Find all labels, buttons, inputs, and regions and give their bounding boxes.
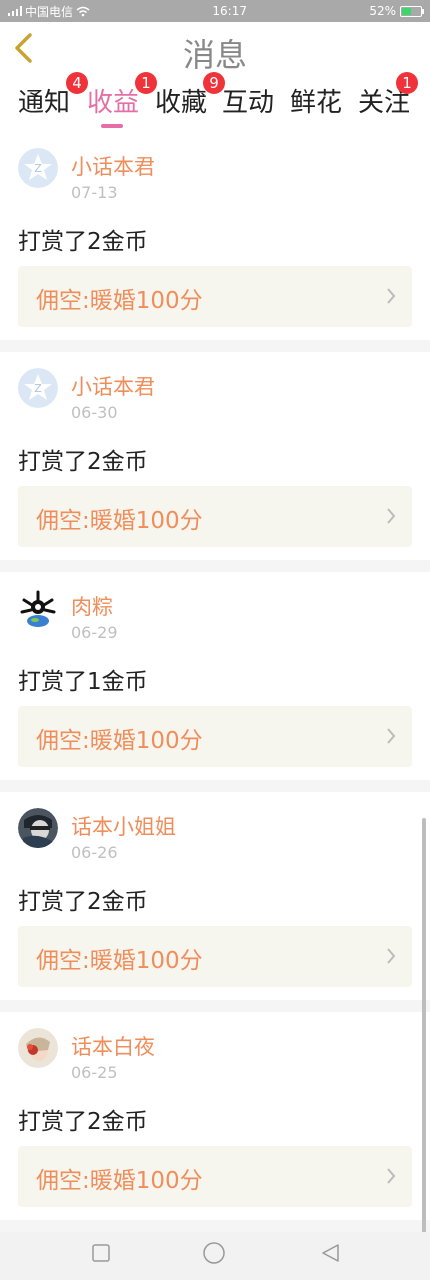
- username[interactable]: 话本白夜: [71, 1031, 155, 1061]
- username[interactable]: 话本小姐姐: [71, 811, 176, 841]
- book-link[interactable]: 佣空:暖婚100分: [18, 1146, 412, 1207]
- book-title: 佣空:暖婚100分: [36, 948, 203, 974]
- official-logo-icon: Z: [18, 368, 58, 408]
- tab-badge: 1: [135, 72, 158, 94]
- photo-avatar-icon: [18, 1028, 58, 1068]
- tab-badge: 1: [396, 72, 419, 94]
- reward-text: 打赏了2金币: [18, 449, 148, 475]
- tab-interactions[interactable]: 互动: [222, 82, 274, 119]
- tab-bar: 通知 4 收益 1 收藏 9 互动 鲜花 关注 1: [0, 72, 430, 132]
- recents-button[interactable]: [92, 1244, 110, 1266]
- active-tab-indicator: [101, 124, 123, 128]
- header: 消息: [0, 22, 430, 75]
- book-link[interactable]: 佣空:暖婚100分: [18, 926, 412, 987]
- list-item: Z 小话本君 06-30 打赏了2金币 佣空:暖婚100分: [0, 352, 430, 560]
- timestamp: 06-29: [71, 623, 118, 642]
- status-bar: 中国电信 16:17 52%: [0, 0, 430, 22]
- book-title: 佣空:暖婚100分: [36, 508, 203, 534]
- chevron-right-icon: [387, 1168, 396, 1184]
- signal-icon: [8, 6, 22, 16]
- tab-label: 通知: [18, 88, 71, 118]
- list-item: Z 小话本君 07-13 打赏了2金币 佣空:暖婚100分: [0, 132, 430, 340]
- battery-percent: 52%: [369, 4, 396, 18]
- character-avatar-icon: [18, 588, 58, 628]
- timestamp: 06-25: [71, 1063, 118, 1082]
- chevron-right-icon: [387, 948, 396, 964]
- circle-icon: [203, 1242, 225, 1264]
- reward-text: 打赏了1金币: [18, 669, 148, 695]
- tab-favorites[interactable]: 收藏 9: [155, 72, 226, 119]
- avatar[interactable]: [18, 808, 58, 848]
- back-nav-button[interactable]: [320, 1243, 340, 1267]
- avatar[interactable]: [18, 588, 58, 628]
- tab-label: 鲜花: [290, 88, 343, 118]
- triangle-back-icon: [322, 1244, 339, 1262]
- earnings-list: Z 小话本君 07-13 打赏了2金币 佣空:暖婚100分 Z 小话本君 06-…: [0, 132, 430, 1232]
- scrollbar[interactable]: [422, 818, 426, 1233]
- avatar[interactable]: [18, 1028, 58, 1068]
- chevron-right-icon: [387, 508, 396, 524]
- username[interactable]: 肉粽: [71, 591, 113, 621]
- chevron-right-icon: [387, 728, 396, 744]
- timestamp: 07-13: [71, 183, 118, 202]
- clock: 16:17: [212, 4, 247, 18]
- svg-text:Z: Z: [34, 382, 42, 395]
- chevron-right-icon: [387, 288, 396, 304]
- square-icon: [92, 1244, 110, 1262]
- tab-label: 收益: [87, 88, 140, 118]
- book-link[interactable]: 佣空:暖婚100分: [18, 706, 412, 767]
- book-link[interactable]: 佣空:暖婚100分: [18, 266, 412, 327]
- list-item: 话本小姐姐 06-26 打赏了2金币 佣空:暖婚100分: [0, 792, 430, 1000]
- username[interactable]: 小话本君: [71, 371, 155, 401]
- timestamp: 06-30: [71, 403, 118, 422]
- tab-flowers[interactable]: 鲜花: [290, 82, 342, 119]
- official-logo-icon: Z: [18, 148, 58, 188]
- avatar[interactable]: Z: [18, 368, 58, 408]
- book-title: 佣空:暖婚100分: [36, 728, 203, 754]
- reward-text: 打赏了2金币: [18, 889, 148, 915]
- svg-text:Z: Z: [34, 162, 42, 175]
- tab-earnings[interactable]: 收益 1: [87, 72, 158, 119]
- tab-label: 互动: [222, 88, 275, 118]
- tab-badge: 4: [66, 72, 89, 94]
- avatar[interactable]: Z: [18, 148, 58, 188]
- book-link[interactable]: 佣空:暖婚100分: [18, 486, 412, 547]
- username[interactable]: 小话本君: [71, 151, 155, 181]
- system-nav-bar: [0, 1232, 430, 1280]
- tab-label: 收藏: [155, 88, 208, 118]
- list-item: 话本白夜 06-25 打赏了2金币 佣空:暖婚100分: [0, 1012, 430, 1220]
- timestamp: 06-26: [71, 843, 118, 862]
- tab-notifications[interactable]: 通知 4: [18, 72, 89, 119]
- book-title: 佣空:暖婚100分: [36, 288, 203, 314]
- reward-text: 打赏了2金币: [18, 1109, 148, 1135]
- list-item: 肉粽 06-29 打赏了1金币 佣空:暖婚100分: [0, 572, 430, 780]
- battery-icon: [400, 5, 424, 17]
- reward-text: 打赏了2金币: [18, 229, 148, 255]
- wifi-icon: [76, 6, 90, 16]
- home-button[interactable]: [203, 1242, 225, 1268]
- book-title: 佣空:暖婚100分: [36, 1168, 203, 1194]
- page-title: 消息: [182, 36, 247, 74]
- tab-following[interactable]: 关注 1: [358, 72, 419, 119]
- photo-avatar-icon: [18, 808, 58, 848]
- carrier-label: 中国电信: [25, 4, 74, 19]
